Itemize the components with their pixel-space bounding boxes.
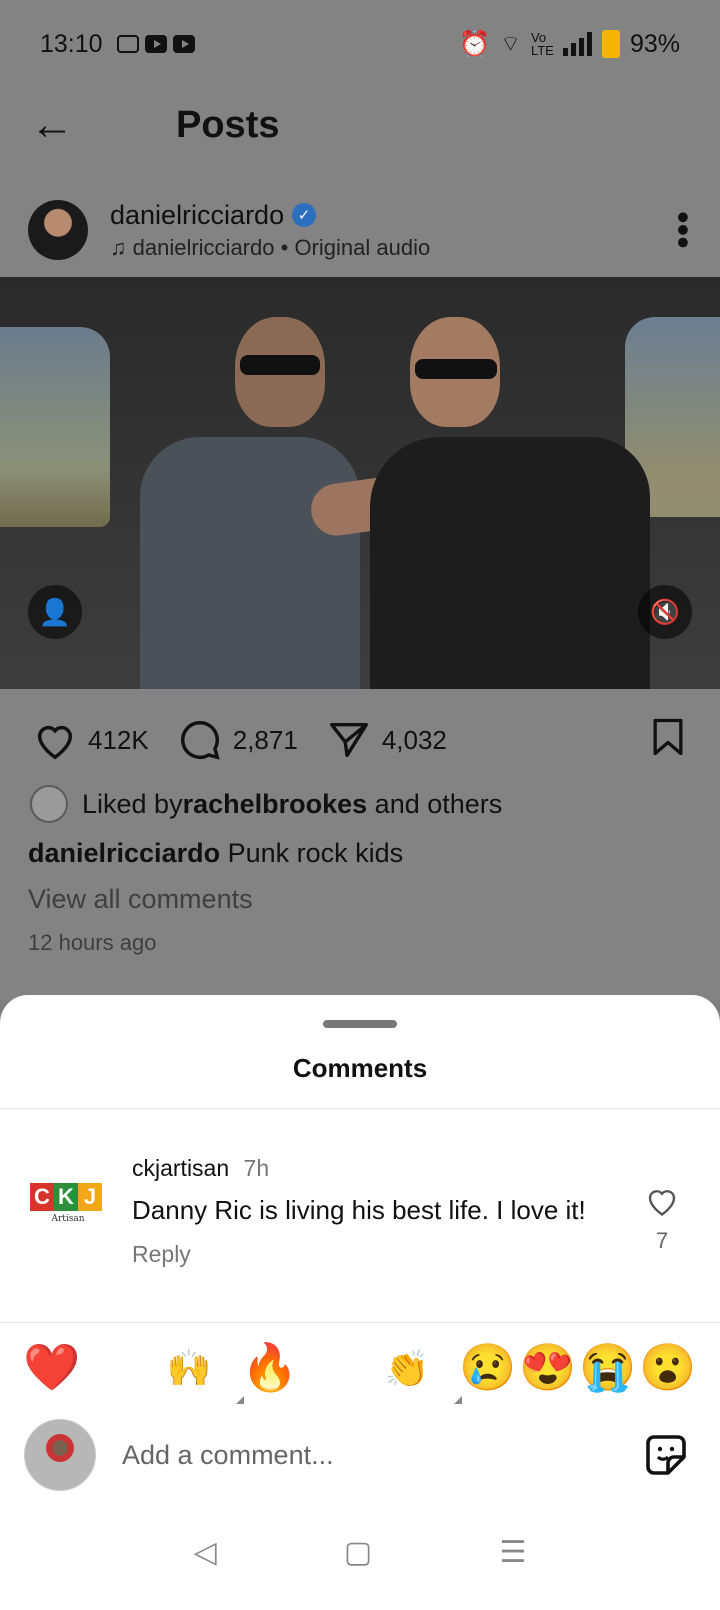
heart-icon	[37, 725, 73, 760]
post-header: danielricciardo ✓ ♫ danielricciardo • Or…	[28, 195, 704, 265]
comment-button[interactable]: 2,871	[177, 717, 298, 763]
emoji-surprised[interactable]: 😮	[638, 1340, 698, 1400]
comment-input[interactable]	[122, 1439, 642, 1471]
comment-icon	[180, 721, 220, 760]
save-button[interactable]	[646, 715, 690, 766]
arrow-left-icon[interactable]: ←	[30, 100, 90, 150]
liked-by[interactable]: Liked by rachelbrookes and others	[30, 785, 690, 823]
emoji-sad[interactable]: 😢	[458, 1340, 518, 1400]
send-icon	[329, 722, 368, 758]
my-avatar	[24, 1419, 96, 1491]
reply-button[interactable]: Reply	[132, 1241, 602, 1268]
signal-icon	[562, 32, 592, 56]
music-note-icon: ♫	[110, 234, 127, 260]
comment-count: 2,871	[232, 724, 298, 755]
emoji-clap[interactable]: 👏	[387, 1340, 462, 1404]
emoji-heart[interactable]: ❤️	[22, 1340, 82, 1400]
nav-back-icon[interactable]: ◁	[194, 1535, 217, 1570]
system-nav-bar: ◁ ▢ ☰	[0, 1532, 720, 1572]
audio-link[interactable]: ♫ danielricciardo • Original audio	[110, 235, 430, 261]
alarm-icon: ⏰	[459, 29, 491, 58]
logo-letter: K	[54, 1183, 78, 1211]
comments-sheet: Comments C K J Artisan ckjartisan 7h Dan…	[0, 995, 720, 1610]
logo-letter: C	[30, 1183, 54, 1211]
comment-composer	[24, 1418, 690, 1492]
author-username[interactable]: danielricciardo	[110, 200, 284, 231]
comment-text: Danny Ric is living his best life. I lov…	[132, 1195, 586, 1225]
audio-label: Original audio	[294, 234, 431, 260]
logo-subtitle: Artisan	[51, 1214, 85, 1224]
network-label: Vo LTE	[530, 30, 554, 58]
battery-percent: 93%	[629, 29, 680, 58]
post-caption: danielricciardo Punk rock kids	[28, 838, 403, 869]
commenter-username[interactable]: ckjartisan	[132, 1155, 229, 1181]
emoji-raised-hands[interactable]: 🙌	[169, 1340, 244, 1404]
youtube-icon	[144, 35, 167, 53]
commenter-avatar[interactable]: C K J Artisan	[30, 1183, 106, 1233]
share-button[interactable]: 4,032	[326, 717, 447, 763]
liker-username[interactable]: rachelbrookes	[183, 789, 368, 820]
emoji-fire[interactable]: 🔥	[240, 1340, 300, 1400]
post-timestamp: 12 hours ago	[28, 930, 157, 955]
more-options-icon[interactable]: •••	[663, 211, 704, 249]
sheet-title: Comments	[292, 1053, 428, 1083]
wifi-icon: ⌔	[500, 31, 521, 56]
sticker-icon[interactable]	[642, 1431, 690, 1479]
verified-badge-icon: ✓	[292, 203, 317, 227]
caption-username[interactable]: danielricciardo	[28, 838, 220, 868]
like-button[interactable]: 412K	[32, 717, 149, 763]
like-count: 412K	[88, 724, 149, 755]
mute-icon[interactable]: 🔇	[638, 585, 692, 639]
tagged-people-icon[interactable]: 👤	[28, 585, 82, 639]
quick-emoji-bar: ❤️ 🙌 🔥 👏 😢 😍 😭 😮	[22, 1340, 698, 1404]
post-page-background: 13:10 ⏰ ⌔ Vo LTE 93% ← Posts danielricci…	[0, 0, 720, 1000]
post-video[interactable]: 👤 🔇	[0, 277, 720, 689]
page-title: Posts	[176, 103, 280, 146]
comment-like-count: 7	[655, 1228, 669, 1253]
bookmark-icon	[653, 718, 683, 755]
status-bar: 13:10 ⏰ ⌔ Vo LTE 93%	[40, 24, 680, 64]
view-all-comments-link[interactable]: View all comments	[28, 884, 253, 915]
comment-time: 7h	[243, 1155, 270, 1181]
comment-item: C K J Artisan ckjartisan 7h Danny Ric is…	[30, 1155, 690, 1305]
emoji-crying[interactable]: 😭	[578, 1340, 638, 1400]
share-count: 4,032	[381, 724, 447, 755]
heart-icon	[648, 1190, 676, 1216]
caption-text: Punk rock kids	[227, 838, 404, 868]
status-time: 13:10	[40, 29, 103, 58]
battery-icon	[601, 30, 620, 58]
audio-user: danielricciardo	[132, 234, 275, 260]
nav-home-icon[interactable]: ▢	[344, 1535, 372, 1570]
nav-menu-icon[interactable]: ☰	[499, 1535, 526, 1570]
sheet-drag-handle[interactable]	[323, 1020, 397, 1028]
emoji-heart-eyes[interactable]: 😍	[518, 1340, 578, 1400]
author-avatar[interactable]	[28, 200, 88, 260]
calendar-icon	[116, 35, 139, 53]
comment-like-button[interactable]: 7	[642, 1183, 682, 1254]
logo-letter: J	[78, 1183, 102, 1211]
top-bar: ← Posts	[30, 95, 690, 155]
youtube-icon	[172, 35, 195, 53]
liker-avatar	[30, 785, 68, 823]
post-actions: 412K 2,871 4,032	[32, 715, 690, 765]
